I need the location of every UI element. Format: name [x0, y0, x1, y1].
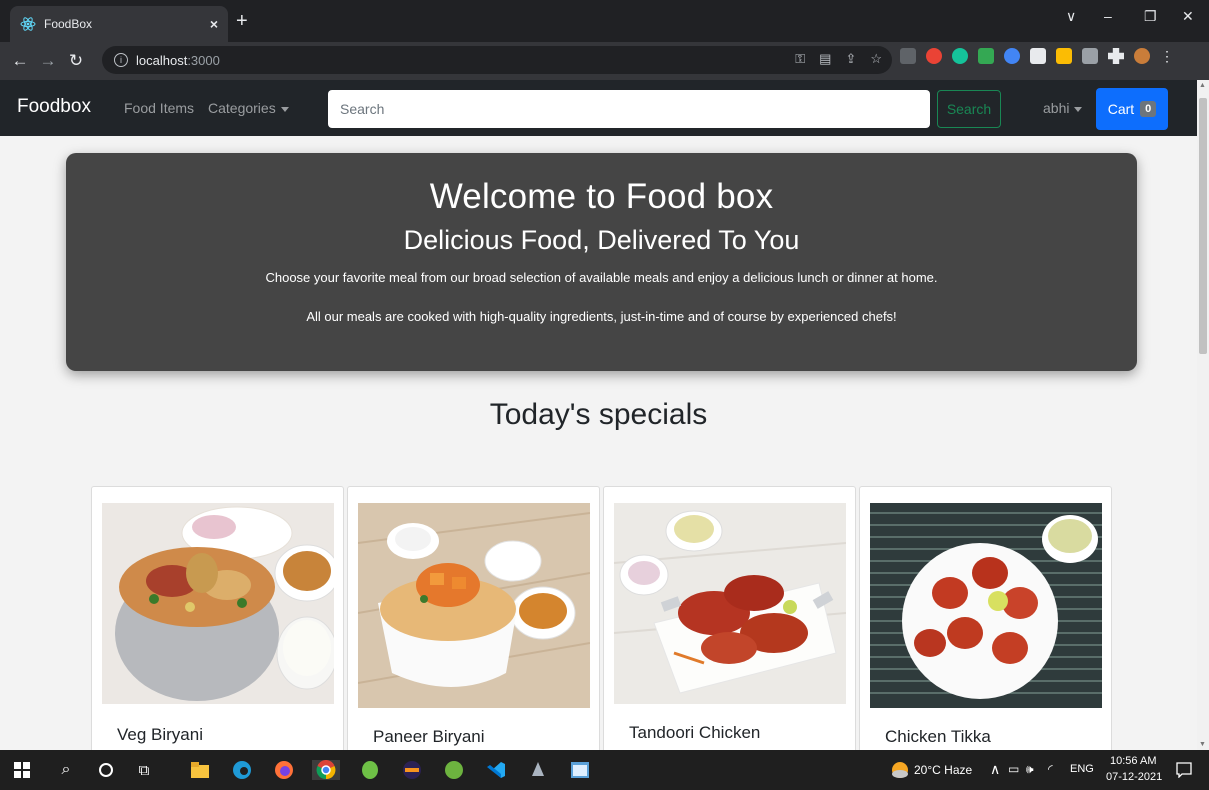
extension-icon[interactable]: [1056, 48, 1072, 64]
edge-icon[interactable]: [232, 760, 252, 780]
chicken-tikka-image: [870, 503, 1102, 708]
chevron-up-icon[interactable]: ∧: [990, 761, 1000, 778]
forward-icon[interactable]: →: [34, 51, 62, 71]
windows-start-icon[interactable]: [12, 760, 32, 780]
chrome-icon[interactable]: [312, 760, 340, 780]
profile-avatar[interactable]: [1134, 48, 1150, 64]
food-card-title: Chicken Tikka: [885, 727, 991, 746]
search-button[interactable]: Search: [937, 90, 1001, 128]
reader-icon[interactable]: ▤: [819, 51, 831, 67]
site-info-icon[interactable]: i: [114, 53, 128, 67]
volume-icon[interactable]: 🕪: [1026, 762, 1034, 777]
brand-logo[interactable]: Foodbox: [17, 96, 91, 118]
paneer-biryani-image: [358, 503, 590, 708]
tab-title: FoodBox: [44, 17, 93, 31]
extensions-bar: ⋮: [900, 48, 1174, 64]
grammarly-icon[interactable]: [952, 48, 968, 64]
close-window-icon[interactable]: ✕: [1182, 8, 1194, 25]
browser-tab-strip: FoodBox × + ∨ – ❐ ✕: [0, 0, 1209, 42]
new-tab-icon[interactable]: +: [236, 10, 248, 33]
extension-icon[interactable]: [1004, 48, 1020, 64]
food-card-title: Tandoori Chicken: [629, 723, 761, 742]
hero-description-1: Choose your favorite meal from our broad…: [265, 270, 938, 285]
page-viewport: Foodbox Food Items Categories Search abh…: [0, 80, 1209, 750]
extension-icon[interactable]: [926, 48, 942, 64]
spring-tool-icon[interactable]: [444, 760, 464, 780]
nav-categories-dropdown[interactable]: Categories: [208, 100, 289, 116]
search-icon[interactable]: ⌕: [56, 760, 76, 780]
food-card-title: Paneer Biryani: [373, 727, 485, 746]
scrollbar-thumb[interactable]: [1199, 98, 1207, 354]
reload-icon[interactable]: ↻: [62, 51, 90, 71]
cart-button[interactable]: Cart 0: [1096, 88, 1168, 130]
food-card-title: Veg Biryani: [117, 725, 203, 744]
caret-down-icon: [280, 106, 289, 112]
address-bar[interactable]: i localhost:3000 ⚿ ▤ ⇪ ☆: [102, 46, 892, 74]
browser-menu-icon[interactable]: ⋮: [1160, 48, 1174, 64]
key-icon[interactable]: ⚿: [795, 51, 805, 67]
hero-banner: Welcome to Food box Delicious Food, Deli…: [66, 153, 1137, 371]
clock-date[interactable]: 07-12-2021: [1106, 771, 1162, 783]
eclipse-icon[interactable]: [402, 760, 422, 780]
back-icon[interactable]: ←: [6, 51, 34, 71]
extension-icon[interactable]: [978, 48, 994, 64]
file-explorer-icon[interactable]: [190, 760, 210, 780]
specials-heading: Today's specials: [489, 398, 708, 431]
app-icon[interactable]: [528, 760, 548, 780]
food-card[interactable]: Tandoori Chicken: [603, 486, 856, 750]
url-text: localhost:3000: [136, 52, 220, 68]
food-card[interactable]: Paneer Biryani: [347, 486, 600, 750]
nav-food-items[interactable]: Food Items: [124, 100, 194, 116]
extension-cart-icon[interactable]: [900, 48, 916, 64]
search-input[interactable]: [328, 90, 930, 128]
food-card[interactable]: Veg Biryani: [91, 486, 344, 750]
scroll-down-icon[interactable]: ▼: [1199, 741, 1206, 748]
weather-icon[interactable]: [890, 760, 910, 780]
tab-search-icon[interactable]: ∨: [1066, 8, 1076, 25]
maximize-icon[interactable]: ❐: [1144, 8, 1157, 25]
food-card[interactable]: Chicken Tikka: [859, 486, 1112, 750]
veg-biryani-image: [102, 503, 334, 704]
wifi-icon[interactable]: ◜: [1048, 762, 1053, 776]
bookmark-star-icon[interactable]: ☆: [870, 51, 882, 67]
battery-icon[interactable]: ▭: [1008, 762, 1019, 776]
user-dropdown[interactable]: abhi: [1043, 100, 1083, 116]
hero-title: Welcome to Food box: [429, 177, 774, 216]
cart-label: Cart: [1107, 101, 1135, 117]
app-leaf-icon[interactable]: [360, 760, 380, 780]
tab-close-icon[interactable]: ×: [210, 16, 218, 32]
page-scrollbar[interactable]: ▲ ▼: [1197, 80, 1209, 750]
share-icon[interactable]: ⇪: [845, 51, 856, 67]
notifications-icon[interactable]: [1174, 760, 1194, 780]
cart-count-badge: 0: [1140, 101, 1157, 117]
extensions-puzzle-icon[interactable]: [1108, 48, 1124, 64]
extension-icon[interactable]: [1030, 48, 1046, 64]
clock-time[interactable]: 10:56 AM: [1110, 755, 1156, 767]
app-window-icon[interactable]: [570, 760, 590, 780]
tandoori-chicken-image: [614, 503, 846, 704]
windows-taskbar: ⌕ ⧉ 20°C Haze ∧ ▭ 🕪 ◜ ENG 10:56 AM 07-12…: [0, 750, 1209, 790]
hero-description-2: All our meals are cooked with high-quali…: [306, 309, 897, 324]
firefox-icon[interactable]: [274, 760, 294, 780]
site-navbar: Foodbox Food Items Categories Search abh…: [0, 80, 1197, 136]
scroll-up-icon[interactable]: ▲: [1199, 82, 1206, 89]
task-view-icon[interactable]: ⧉: [134, 760, 154, 780]
language-indicator[interactable]: ENG: [1070, 763, 1094, 775]
minimize-icon[interactable]: –: [1104, 8, 1112, 24]
weather-text[interactable]: 20°C Haze: [914, 763, 972, 777]
cortana-icon[interactable]: [96, 760, 116, 780]
browser-toolbar: ← → ↻ i localhost:3000 ⚿ ▤ ⇪ ☆ ⋮: [0, 42, 1209, 80]
extension-icon[interactable]: [1082, 48, 1098, 64]
browser-tab[interactable]: FoodBox ×: [10, 6, 228, 42]
vscode-icon[interactable]: [486, 760, 506, 780]
react-icon: [20, 17, 36, 31]
hero-subtitle: Delicious Food, Delivered To You: [403, 225, 800, 255]
caret-down-icon: [1074, 106, 1083, 112]
